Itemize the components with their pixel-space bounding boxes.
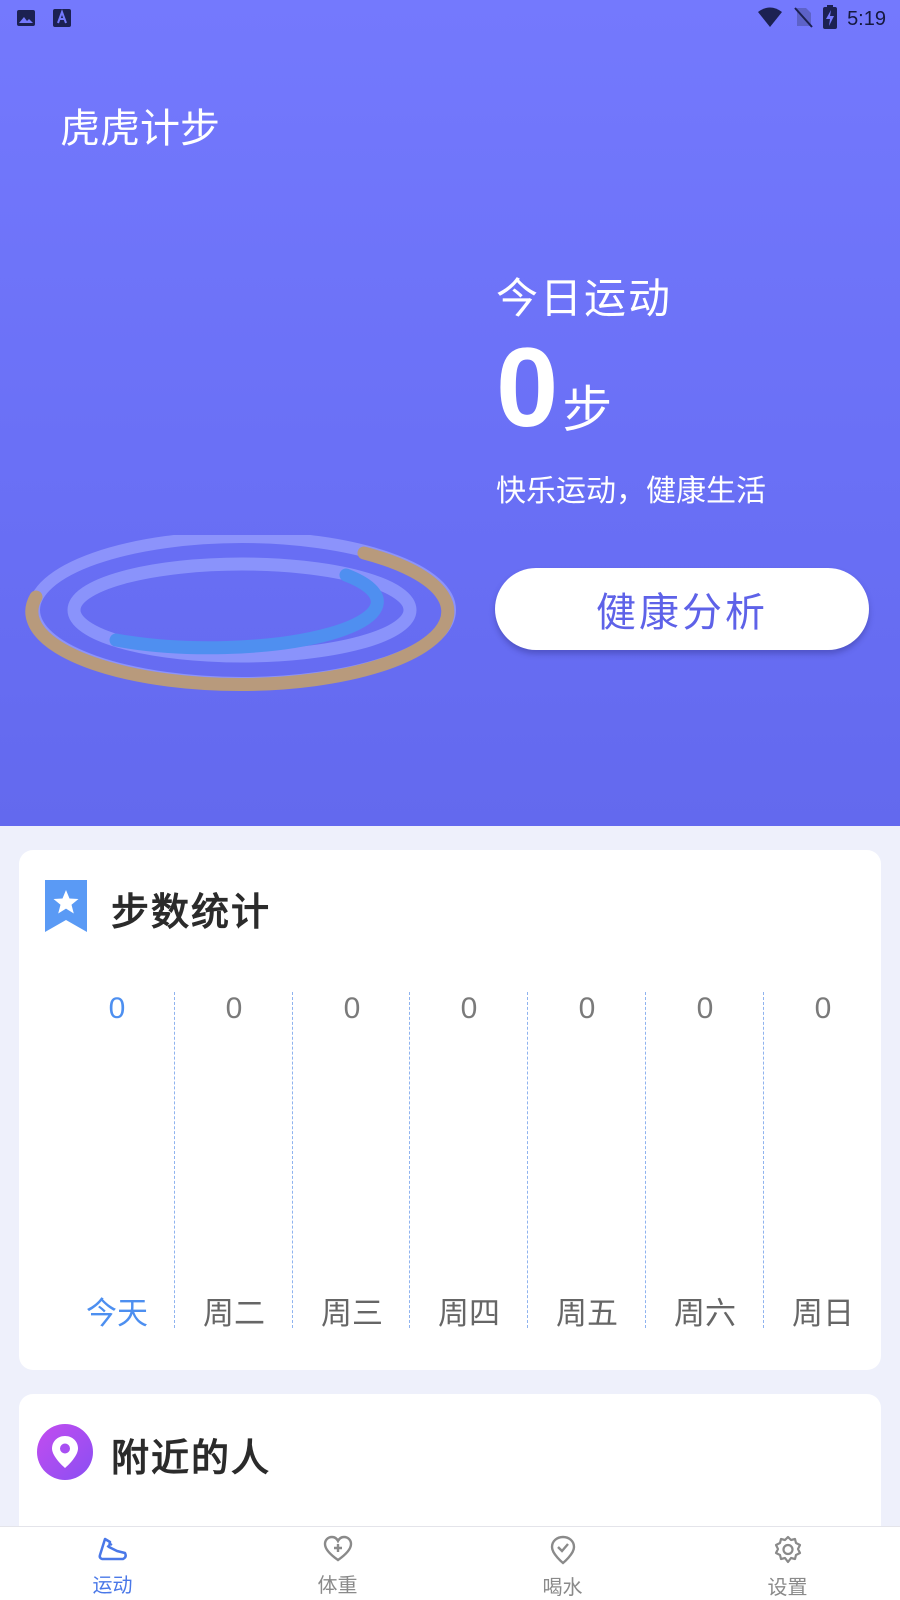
nav-label: 设置	[767, 1575, 808, 1599]
day-label: 今天	[86, 1296, 148, 1332]
status-bar: 5:19	[0, 0, 900, 36]
day-column[interactable]: 0 周三	[293, 992, 411, 1332]
weekly-steps-chart: 0 今天 0 周二 0 周三 0 周四 0 周五 0 周六 0 周日	[58, 992, 878, 1332]
nav-tab-exercise[interactable]: 运动	[0, 1527, 225, 1600]
sneaker-icon	[97, 1535, 129, 1567]
wifi-icon	[757, 6, 783, 32]
app-title: 虎虎计步	[60, 106, 220, 152]
heart-plus-icon	[323, 1535, 353, 1567]
nearby-people-title: 附近的人	[111, 1435, 272, 1480]
hero-header: 5:19 虎虎计步 今日运动 0 步 快乐运动，健康生活 健康分析	[0, 0, 900, 826]
day-steps-value: 0	[696, 992, 714, 1025]
day-steps-value: 0	[108, 992, 126, 1025]
bookmark-star-icon	[43, 878, 89, 938]
day-column[interactable]: 0 周二	[175, 992, 293, 1332]
today-steps: 0 步	[496, 332, 612, 444]
today-steps-value: 0	[496, 325, 559, 450]
no-sim-icon	[793, 6, 813, 32]
day-label: 周三	[321, 1296, 383, 1332]
day-label: 周日	[792, 1296, 854, 1332]
nav-tab-settings[interactable]: 设置	[675, 1527, 900, 1600]
font-icon	[52, 8, 72, 32]
day-steps-value: 0	[578, 992, 596, 1025]
today-exercise-label: 今日运动	[496, 274, 673, 323]
day-label: 周四	[438, 1296, 500, 1332]
status-time: 5:19	[847, 7, 886, 30]
day-column[interactable]: 0 周四	[410, 992, 528, 1332]
step-progress-ring	[24, 531, 460, 705]
nav-label: 体重	[317, 1573, 358, 1597]
image-icon	[16, 8, 36, 32]
nav-label: 喝水	[542, 1575, 583, 1599]
day-label: 周二	[203, 1296, 265, 1332]
bottom-navigation: 运动 体重 喝水 设置	[0, 1526, 900, 1600]
check-pin-icon	[549, 1535, 577, 1569]
day-label: 周五	[556, 1296, 618, 1332]
gear-icon	[773, 1535, 803, 1569]
day-label: 周六	[674, 1296, 736, 1332]
step-stats-card: 步数统计 0 今天 0 周二 0 周三 0 周四 0 周五 0 周六 0 周日	[19, 850, 881, 1370]
step-stats-title: 步数统计	[111, 889, 272, 934]
health-analysis-button[interactable]: 健康分析	[495, 568, 869, 650]
steps-unit: 步	[562, 381, 613, 439]
day-column[interactable]: 0 今天	[58, 992, 176, 1332]
nav-tab-weight[interactable]: 体重	[225, 1527, 450, 1600]
day-steps-value: 0	[343, 992, 361, 1025]
nav-label: 运动	[92, 1573, 133, 1597]
location-pin-icon	[37, 1424, 93, 1484]
slogan: 快乐运动，健康生活	[496, 474, 766, 509]
day-steps-value: 0	[814, 992, 832, 1025]
battery-charging-icon	[823, 5, 838, 33]
day-column[interactable]: 0 周六	[646, 992, 764, 1332]
day-steps-value: 0	[460, 992, 478, 1025]
day-steps-value: 0	[225, 992, 243, 1025]
nav-tab-water[interactable]: 喝水	[450, 1527, 675, 1600]
day-column[interactable]: 0 周日	[764, 992, 882, 1332]
day-column[interactable]: 0 周五	[528, 992, 646, 1332]
